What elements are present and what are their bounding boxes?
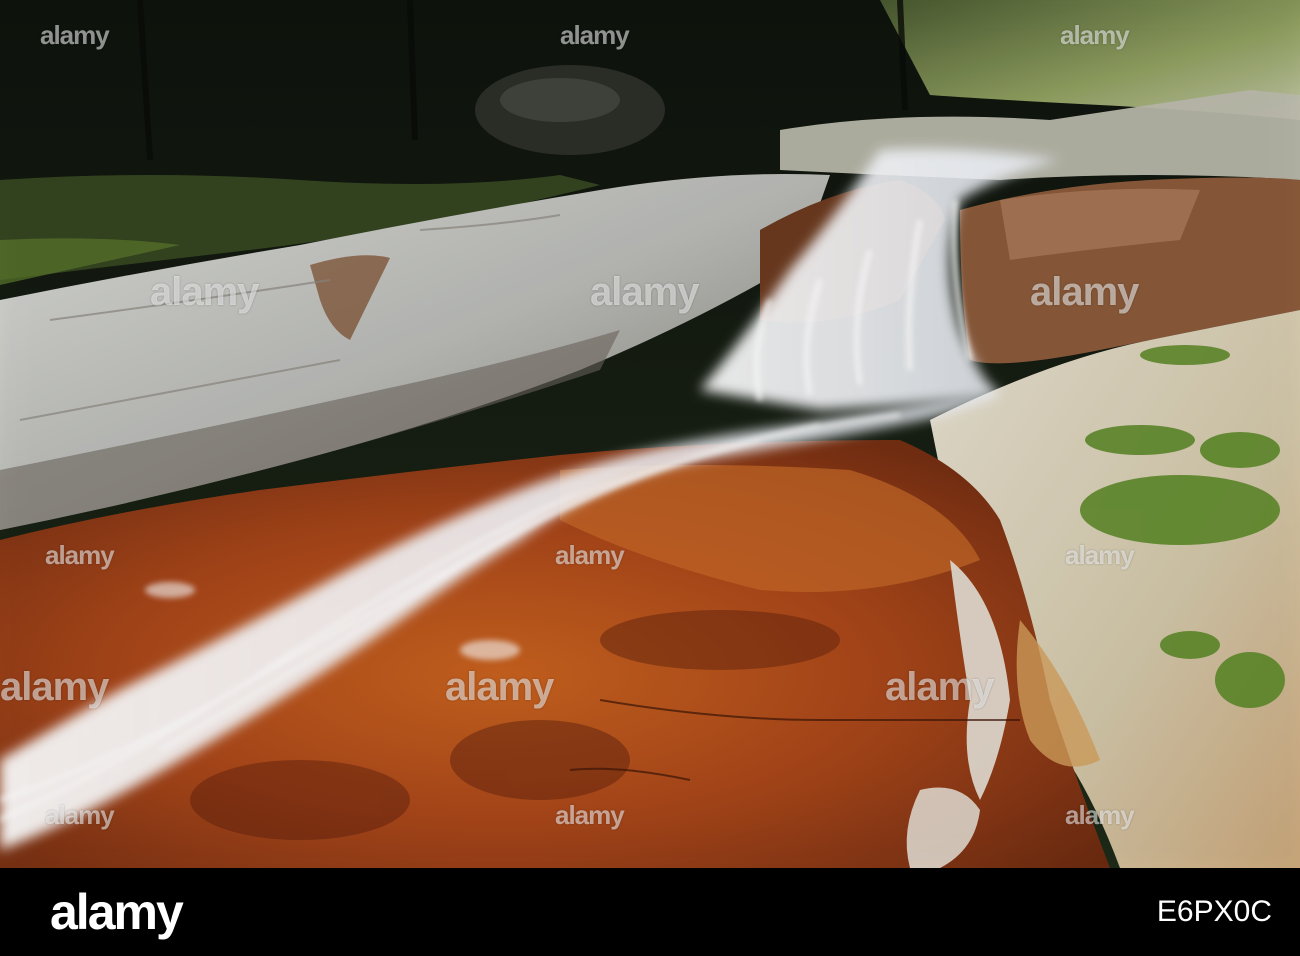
image-id-value: E6PX0C [1156,895,1272,928]
stock-photo: alamy alamy alamy alamy alamy alamy alam… [0,0,1300,868]
image-id: E6PX0C [1157,897,1272,927]
stock-banner: alamy E6PX0C [0,868,1300,956]
waterfall-scene [0,0,1300,868]
alamy-logo[interactable]: alamy [50,887,184,937]
